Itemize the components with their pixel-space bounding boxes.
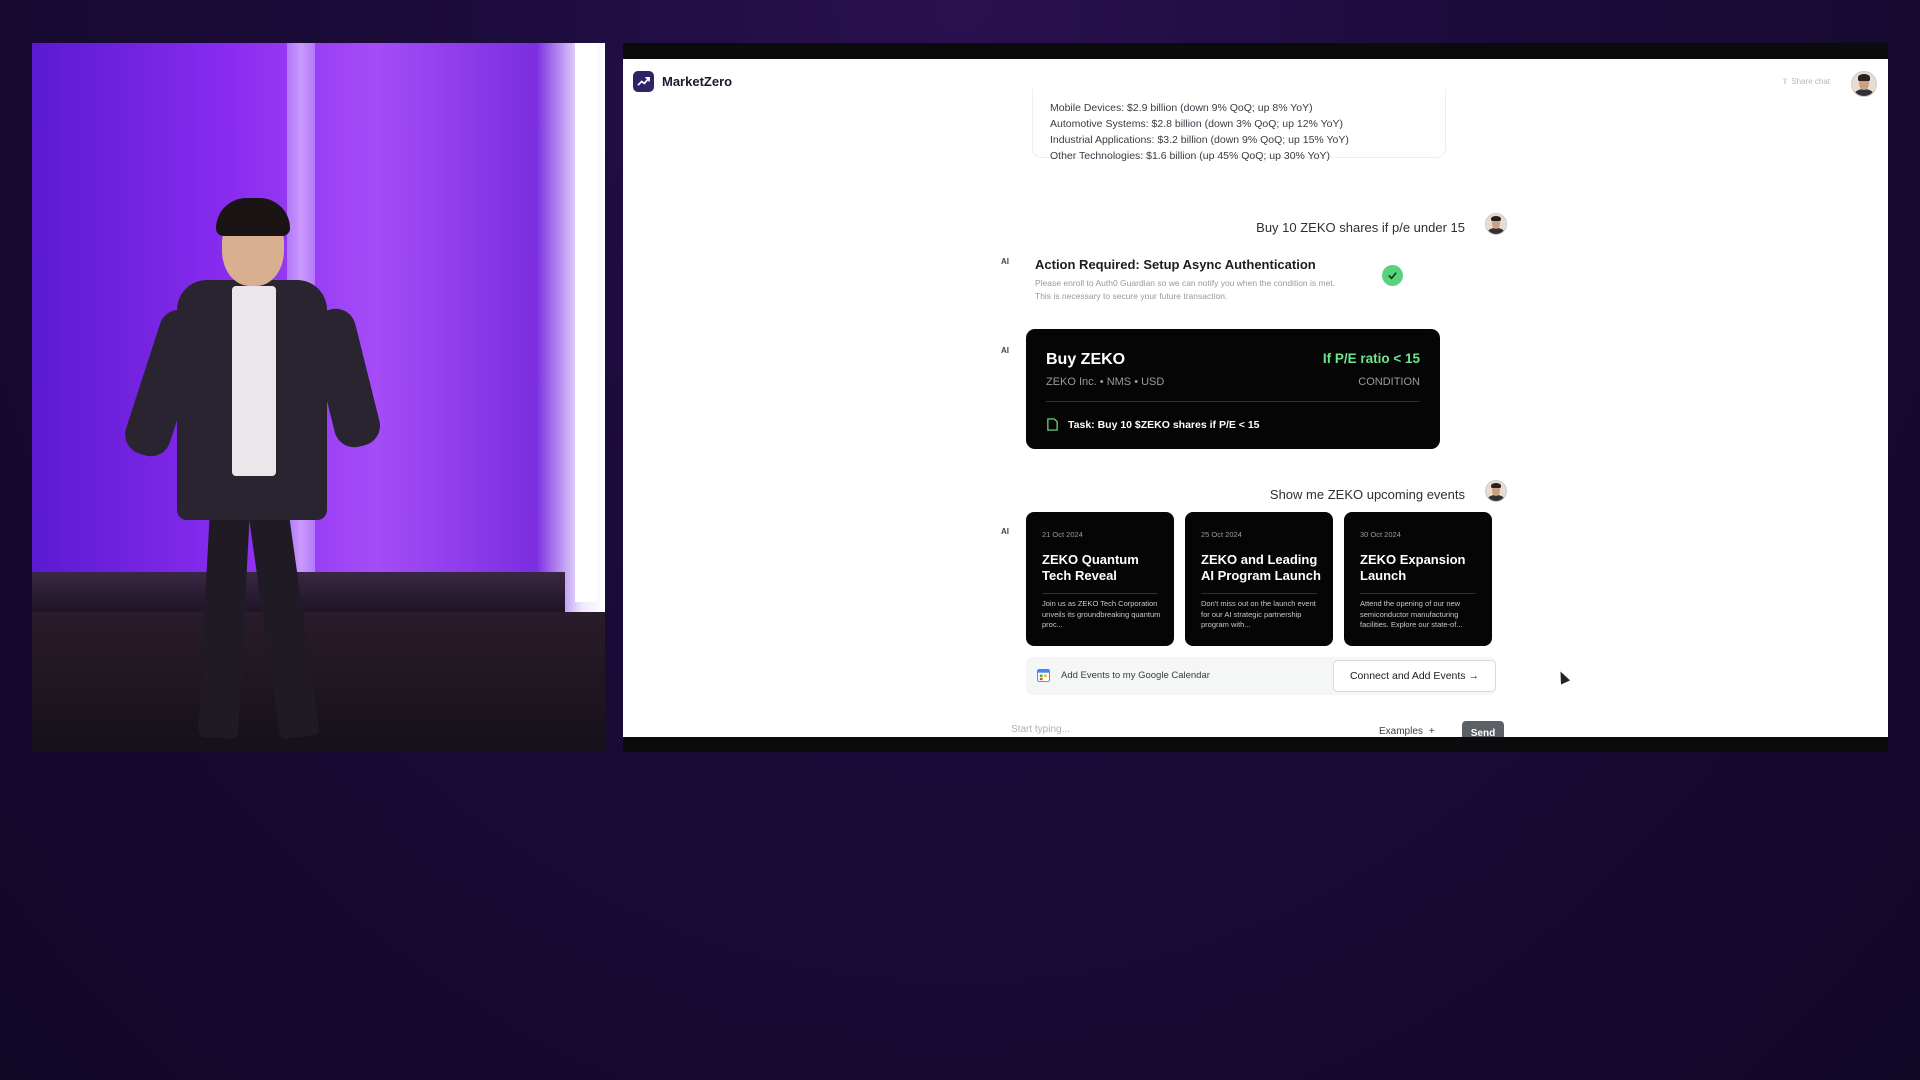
- ai-tag: AI: [1001, 527, 1009, 536]
- auth-description: Please enroll to Auth0 Guardian so we ca…: [1035, 277, 1415, 303]
- trend-up-icon: [633, 71, 654, 92]
- user-message: Buy 10 ZEKO shares if p/e under 15: [1256, 213, 1507, 235]
- user-message-avatar: [1485, 213, 1507, 235]
- divider: [1360, 593, 1476, 594]
- event-card[interactable]: 30 Oct 2024 ZEKO Expansion Launch Attend…: [1344, 512, 1492, 646]
- google-calendar-icon: [1037, 669, 1050, 682]
- chat-input[interactable]: [1009, 723, 1293, 736]
- buy-order-card[interactable]: Buy ZEKO ZEKO Inc. • NMS • USD If P/E ra…: [1026, 329, 1440, 449]
- calendar-label: Add Events to my Google Calendar: [1061, 670, 1210, 681]
- divider: [1201, 593, 1317, 594]
- connect-and-add-events-button[interactable]: Connect and Add Events →: [1333, 660, 1496, 692]
- event-date: 25 Oct 2024: [1201, 530, 1242, 539]
- event-description: Join us as ZEKO Tech Corporation unveils…: [1042, 599, 1161, 629]
- segment-line: Other Technologies: $1.6 billion (up 45%…: [1050, 150, 1330, 162]
- check-icon: [1382, 265, 1403, 286]
- auth-required-message: Action Required: Setup Async Authenticat…: [1035, 257, 1415, 303]
- buy-card-subtitle: ZEKO Inc. • NMS • USD: [1046, 376, 1165, 388]
- buy-card-task-text: Task: Buy 10 $ZEKO shares if P/E < 15: [1068, 418, 1260, 431]
- presenter-hair: [216, 198, 290, 236]
- user-message-avatar: [1485, 480, 1507, 502]
- app-logo[interactable]: MarketZero: [633, 71, 732, 92]
- document-icon: [1047, 418, 1058, 431]
- presenter-leg-left: [198, 507, 250, 739]
- segment-results-card: Mobile Devices: $2.9 billion (down 9% Qo…: [1032, 89, 1446, 162]
- buy-card-title: Buy ZEKO: [1046, 351, 1126, 368]
- connect-button-label: Connect and Add Events: [1349, 670, 1466, 682]
- share-icon: ⇪: [1781, 77, 1789, 86]
- share-chat-button[interactable]: ⇪ Share chat: [1782, 77, 1830, 86]
- event-cards: 21 Oct 2024 ZEKO Quantum Tech Reveal Joi…: [1026, 512, 1492, 646]
- event-title: ZEKO and Leading AI Program Launch: [1201, 552, 1321, 583]
- presenter-video: [32, 43, 605, 752]
- ai-tag: AI: [1001, 257, 1009, 266]
- presenter-shirt: [232, 286, 276, 476]
- segment-line: Automotive Systems: $2.8 billion (down 3…: [1050, 118, 1343, 130]
- examples-label: Examples: [1379, 726, 1423, 737]
- share-chat-label: Share chat: [1791, 77, 1830, 86]
- user-avatar[interactable]: [1851, 71, 1877, 97]
- mouse-cursor: [1555, 669, 1571, 685]
- auth-description-line: This is necessary to secure your future …: [1035, 291, 1228, 301]
- arrow-right-icon: →: [1468, 670, 1480, 682]
- auth-title: Action Required: Setup Async Authenticat…: [1035, 257, 1316, 272]
- stage-wall: [575, 43, 597, 602]
- event-date: 30 Oct 2024: [1360, 530, 1401, 539]
- buy-card-condition-label: CONDITION: [1358, 376, 1420, 388]
- divider: [1046, 401, 1420, 402]
- event-description: Attend the opening of our new semiconduc…: [1360, 599, 1463, 629]
- chat-thread: Mobile Devices: $2.9 billion (down 9% Qo…: [1001, 59, 1571, 737]
- plus-icon: +: [1428, 726, 1435, 737]
- buy-card-task: Task: Buy 10 $ZEKO shares if P/E < 15: [1046, 418, 1260, 431]
- examples-button[interactable]: Examples +: [1379, 726, 1435, 737]
- ai-tag: AI: [1001, 346, 1009, 355]
- composer: Examples + Send: [1001, 721, 1521, 737]
- user-message-text: Show me ZEKO upcoming events: [1269, 486, 1465, 502]
- marketzero-app: MarketZero ⇪ Share chat Mobile Devices: …: [623, 59, 1888, 737]
- presenter: [119, 168, 385, 748]
- auth-description-line: Please enroll to Auth0 Guardian so we ca…: [1035, 278, 1336, 288]
- event-card[interactable]: 25 Oct 2024 ZEKO and Leading AI Program …: [1185, 512, 1333, 646]
- screen-share: MarketZero ⇪ Share chat Mobile Devices: …: [623, 43, 1888, 752]
- send-button[interactable]: Send: [1462, 721, 1504, 737]
- calendar-bar: Add Events to my Google Calendar Connect…: [1026, 657, 1496, 695]
- event-title: ZEKO Expansion Launch: [1360, 552, 1466, 583]
- event-title: ZEKO Quantum Tech Reveal: [1042, 552, 1139, 583]
- user-message-text: Buy 10 ZEKO shares if p/e under 15: [1256, 219, 1465, 235]
- buy-card-condition: If P/E ratio < 15: [1322, 351, 1420, 366]
- segment-line: Mobile Devices: $2.9 billion (down 9% Qo…: [1050, 102, 1313, 114]
- event-date: 21 Oct 2024: [1042, 530, 1083, 539]
- event-description: Don't miss out on the launch event for o…: [1201, 599, 1316, 629]
- segment-line: Industrial Applications: $3.2 billion (d…: [1050, 134, 1349, 146]
- presenter-leg-right: [248, 506, 320, 740]
- event-card[interactable]: 21 Oct 2024 ZEKO Quantum Tech Reveal Joi…: [1026, 512, 1174, 646]
- app-name: MarketZero: [662, 74, 733, 89]
- divider: [1042, 593, 1158, 594]
- user-message: Show me ZEKO upcoming events: [1269, 480, 1507, 502]
